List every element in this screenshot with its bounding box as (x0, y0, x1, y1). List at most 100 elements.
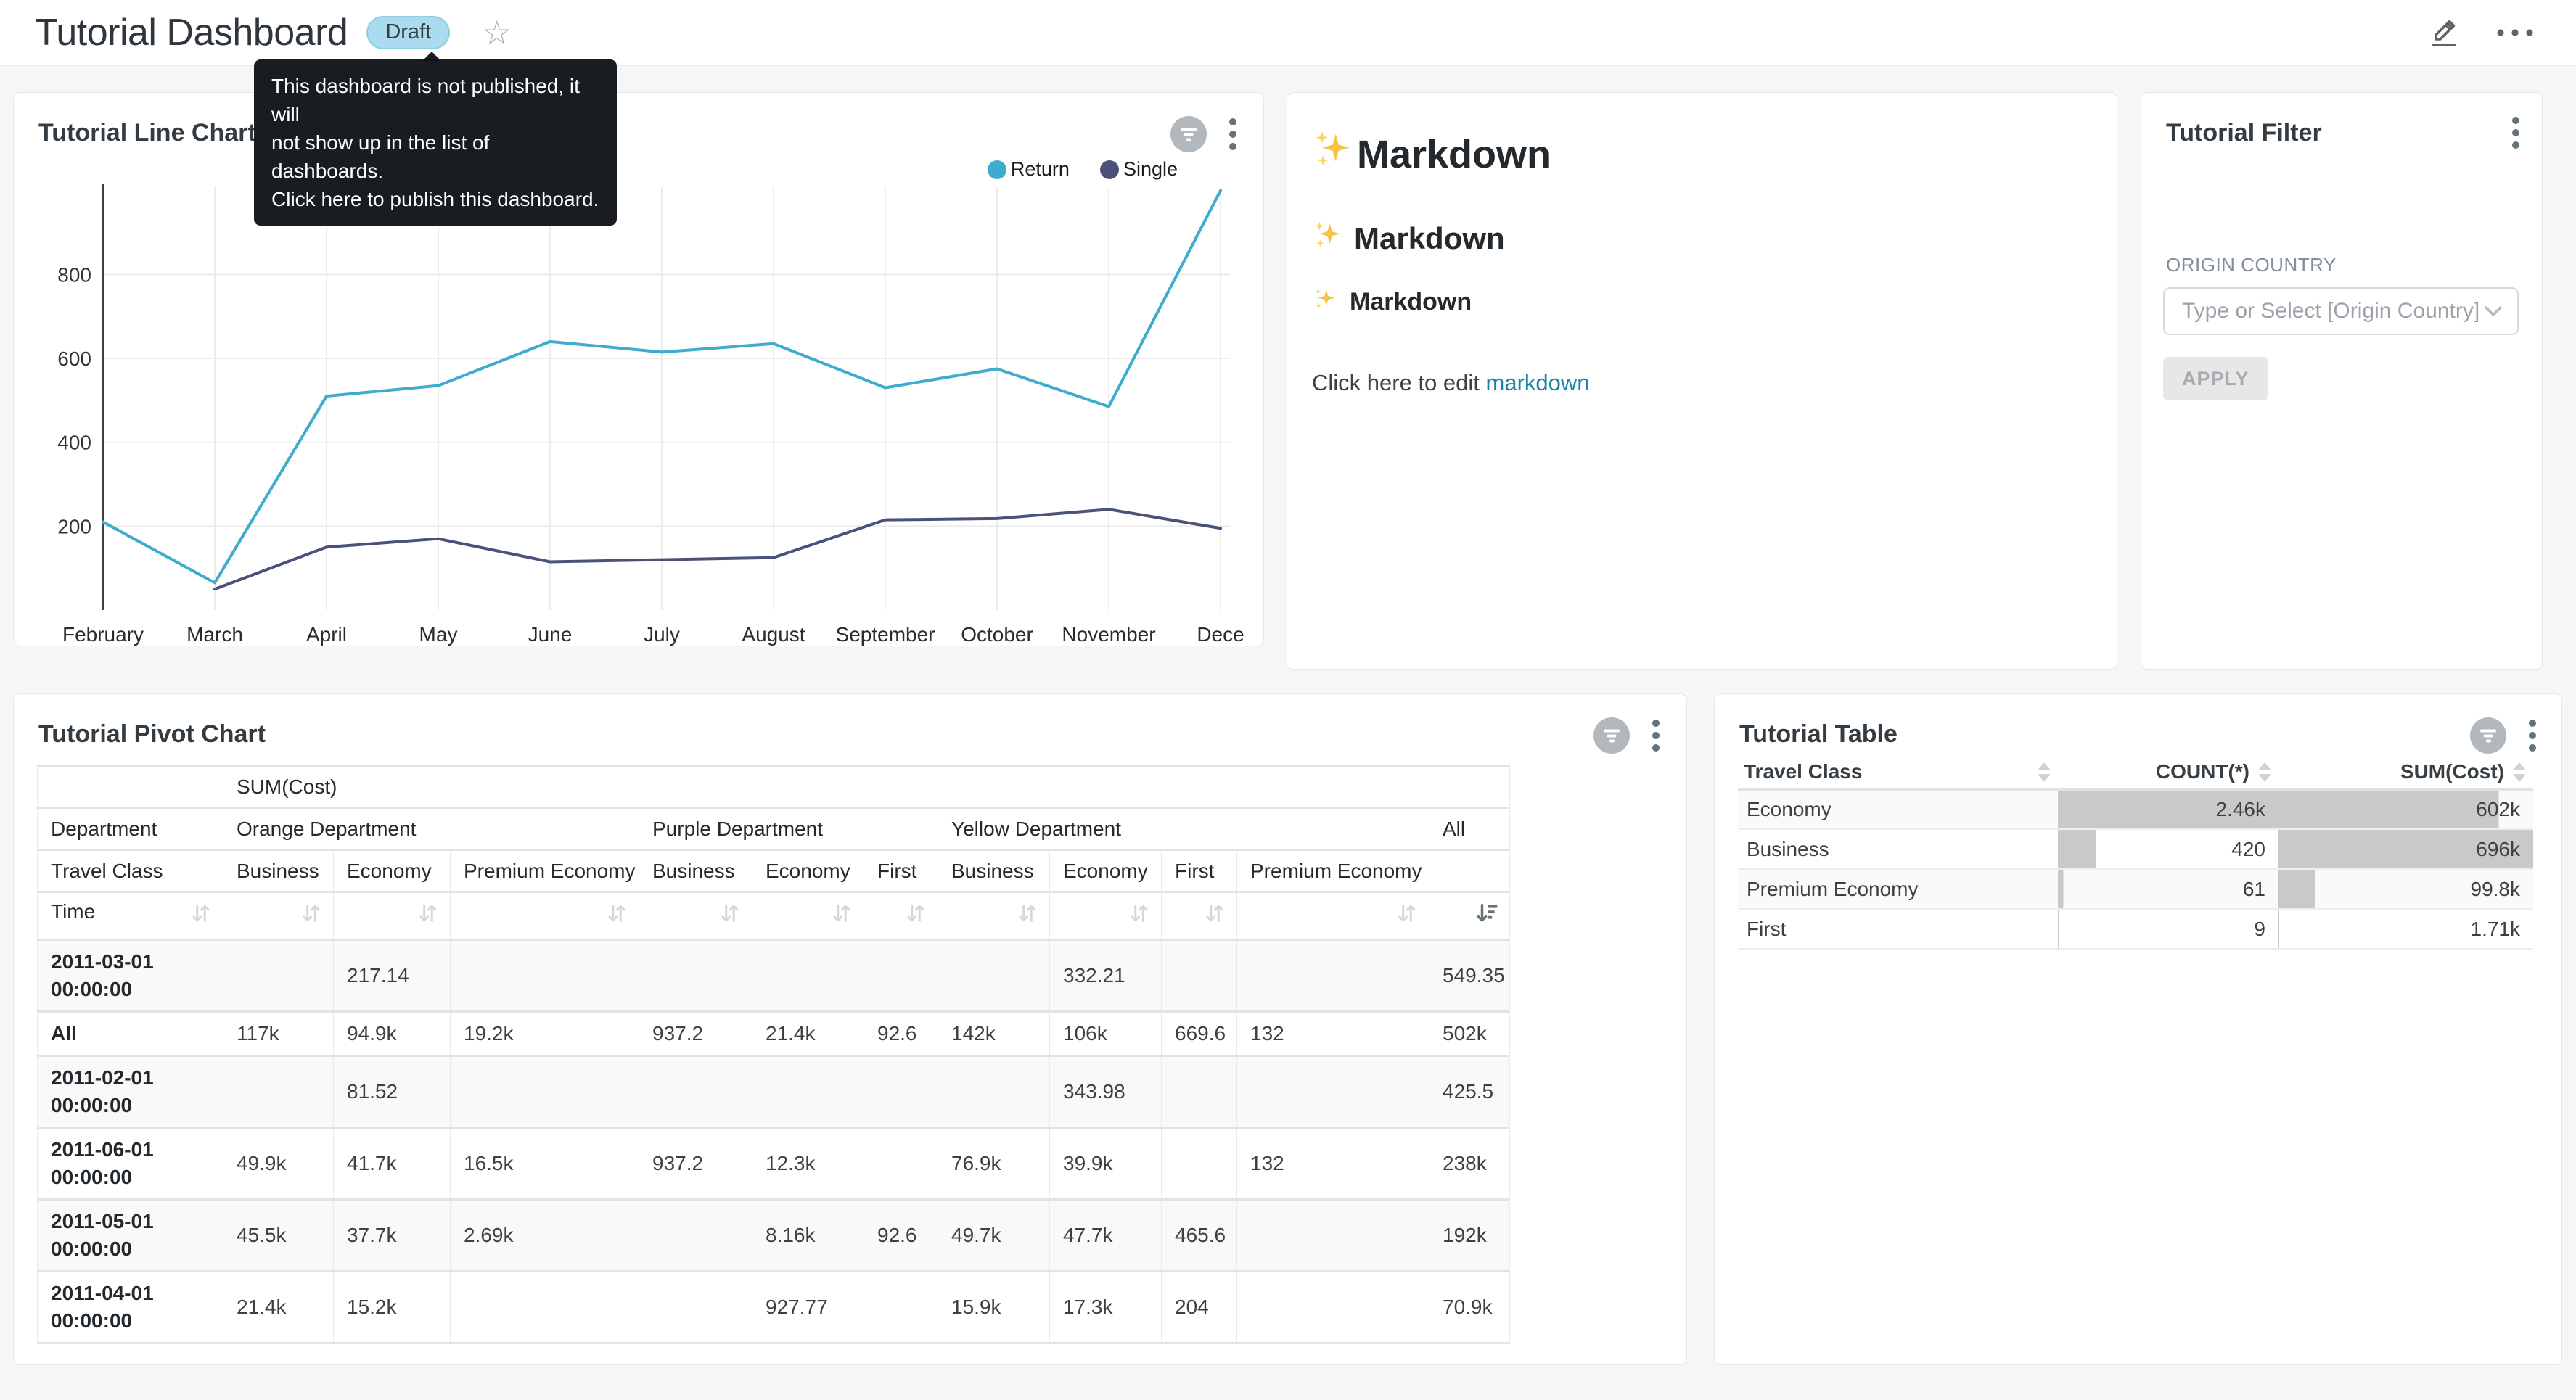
sort-icon[interactable] (415, 900, 441, 926)
pivot-value-cell (639, 940, 752, 1012)
pivot-value-cell: 17.3k (1050, 1272, 1162, 1343)
more-actions-button[interactable] (2489, 21, 2541, 44)
col-header-travel-class[interactable]: Travel Class (1738, 756, 2058, 789)
pivot-class-header: Economy (334, 850, 451, 892)
pivot-time-header[interactable]: Time (38, 892, 223, 940)
pivot-sort-cell-active[interactable] (1429, 892, 1510, 940)
sort-icon[interactable] (1394, 900, 1420, 926)
col-header-sum-cost[interactable]: SUM(Cost) (2278, 756, 2533, 789)
pivot-value-cell: 238k (1429, 1128, 1510, 1200)
pivot-sort-cell[interactable] (334, 892, 451, 940)
pivot-sort-cell[interactable] (752, 892, 864, 940)
sort-carets-icon[interactable] (2036, 762, 2052, 783)
pivot-value-cell: 47.7k (1050, 1200, 1162, 1272)
table-panel-title: Tutorial Table (1739, 720, 1898, 749)
table-kebab-menu[interactable] (2528, 719, 2537, 752)
sort-icon[interactable] (1126, 900, 1152, 926)
table-row: Economy2.46k602k (1738, 789, 2533, 829)
tooltip-line: This dashboard is not published, it will (271, 72, 599, 128)
line-chart-panel: Tutorial Line Chart ReturnSingle 2004006… (13, 92, 1264, 646)
favorite-star-icon[interactable]: ☆ (482, 16, 512, 49)
pivot-data-row: 2011-05-0100:00:0045.5k37.7k2.69k8.16k92… (38, 1200, 1510, 1272)
origin-country-select[interactable]: Type or Select [Origin Country] (2163, 287, 2519, 335)
pivot-row-label: 2011-05-0100:00:00 (38, 1200, 223, 1272)
pivot-value-cell: 217.14 (334, 940, 451, 1012)
svg-text:600: 600 (57, 347, 91, 370)
sort-icon[interactable] (188, 900, 214, 926)
sort-icon[interactable] (298, 900, 324, 926)
chart-kebab-menu[interactable] (1228, 118, 1237, 151)
pivot-value-cell: 12.3k (752, 1128, 864, 1200)
pivot-value-cell: 132 (1237, 1012, 1429, 1056)
pivot-value-cell (1237, 1200, 1429, 1272)
pivot-value-cell (1237, 940, 1429, 1012)
pivot-filter-button[interactable] (1593, 717, 1630, 754)
cell-travel-class: First (1738, 909, 2058, 949)
svg-text:November: November (1062, 623, 1155, 646)
pivot-value-cell: 192k (1429, 1200, 1510, 1272)
cell-count: 9 (2058, 909, 2278, 949)
sparkles-icon (1312, 129, 1357, 179)
line-chart[interactable]: 200400600800FebruaryMarchAprilMayJuneJul… (25, 177, 1262, 659)
filter-kebab-menu[interactable] (2511, 116, 2520, 149)
pivot-kebab-menu[interactable] (1652, 719, 1660, 752)
svg-text:June: June (528, 623, 573, 646)
svg-text:800: 800 (57, 263, 91, 286)
chart-filter-button[interactable] (1170, 116, 1207, 152)
sort-icon[interactable] (604, 900, 630, 926)
cell-travel-class: Business (1738, 829, 2058, 869)
tooltip-arrow (422, 52, 441, 61)
sort-icon[interactable] (717, 900, 743, 926)
pivot-sort-cell[interactable] (864, 892, 938, 940)
sort-icon[interactable] (1202, 900, 1228, 926)
col-header-count[interactable]: COUNT(*) (2058, 756, 2278, 789)
table-filter-button[interactable] (2470, 717, 2506, 754)
sort-icon[interactable] (903, 900, 929, 926)
pivot-value-cell (1237, 1056, 1429, 1128)
pivot-sort-cell[interactable] (1237, 892, 1429, 940)
kebab-menu-icon (1652, 719, 1660, 752)
pivot-sort-cell[interactable] (639, 892, 752, 940)
table-row: Business420696k (1738, 829, 2533, 869)
pivot-group-header: Yellow Department (938, 808, 1429, 850)
pivot-class-header: Premium Economy (451, 850, 639, 892)
pivot-value-cell (1162, 1128, 1237, 1200)
markdown-panel[interactable]: Markdown Markdown Markdown Click here to… (1287, 92, 2117, 670)
pivot-sort-cell[interactable] (1162, 892, 1237, 940)
pivot-value-cell (864, 1272, 938, 1343)
markdown-edit-link[interactable]: markdown (1486, 370, 1590, 395)
pivot-chart-panel: Tutorial Pivot Chart SUM(Cost)Department… (13, 693, 1687, 1365)
pivot-value-cell (223, 1056, 334, 1128)
sort-carets-icon[interactable] (2511, 762, 2527, 783)
pivot-value-cell: 343.98 (1050, 1056, 1162, 1128)
pivot-value-cell: 117k (223, 1012, 334, 1056)
apply-button[interactable]: APPLY (2163, 357, 2268, 400)
sort-carets-icon[interactable] (2257, 762, 2273, 783)
pivot-data-row: 2011-03-0100:00:00217.14332.21549.35 (38, 940, 1510, 1012)
pivot-sort-cell[interactable] (1050, 892, 1162, 940)
table-row: Premium Economy6199.8k (1738, 869, 2533, 909)
sort-icon[interactable] (829, 900, 855, 926)
kebab-menu-icon (2528, 719, 2537, 752)
pivot-panel-title: Tutorial Pivot Chart (38, 720, 266, 749)
ellipsis-icon (2496, 28, 2534, 37)
pivot-data-row: 2011-02-0100:00:0081.52343.98425.5 (38, 1056, 1510, 1128)
sort-icon[interactable] (1014, 900, 1041, 926)
pivot-sort-cell[interactable] (938, 892, 1050, 940)
pivot-value-cell (752, 1056, 864, 1128)
pivot-class-header: Economy (752, 850, 864, 892)
draft-status-badge[interactable]: Draft (366, 16, 450, 49)
pivot-value-cell (864, 1056, 938, 1128)
pivot-all-header: All (1429, 808, 1510, 850)
markdown-paragraph-text: Click here to edit (1312, 370, 1486, 395)
cell-count: 2.46k (2058, 789, 2278, 829)
pivot-value-cell (938, 940, 1050, 1012)
pivot-sort-cell[interactable] (223, 892, 334, 940)
pivot-sort-cell[interactable] (451, 892, 639, 940)
edit-dashboard-button[interactable] (2419, 8, 2469, 57)
sort-descending-icon[interactable] (1474, 900, 1501, 926)
pivot-metric-header: SUM(Cost) (223, 766, 1510, 808)
pivot-class-row: Travel ClassBusinessEconomyPremium Econo… (38, 850, 1510, 892)
pivot-value-cell: 16.5k (451, 1128, 639, 1200)
pivot-value-cell: 15.9k (938, 1272, 1050, 1343)
